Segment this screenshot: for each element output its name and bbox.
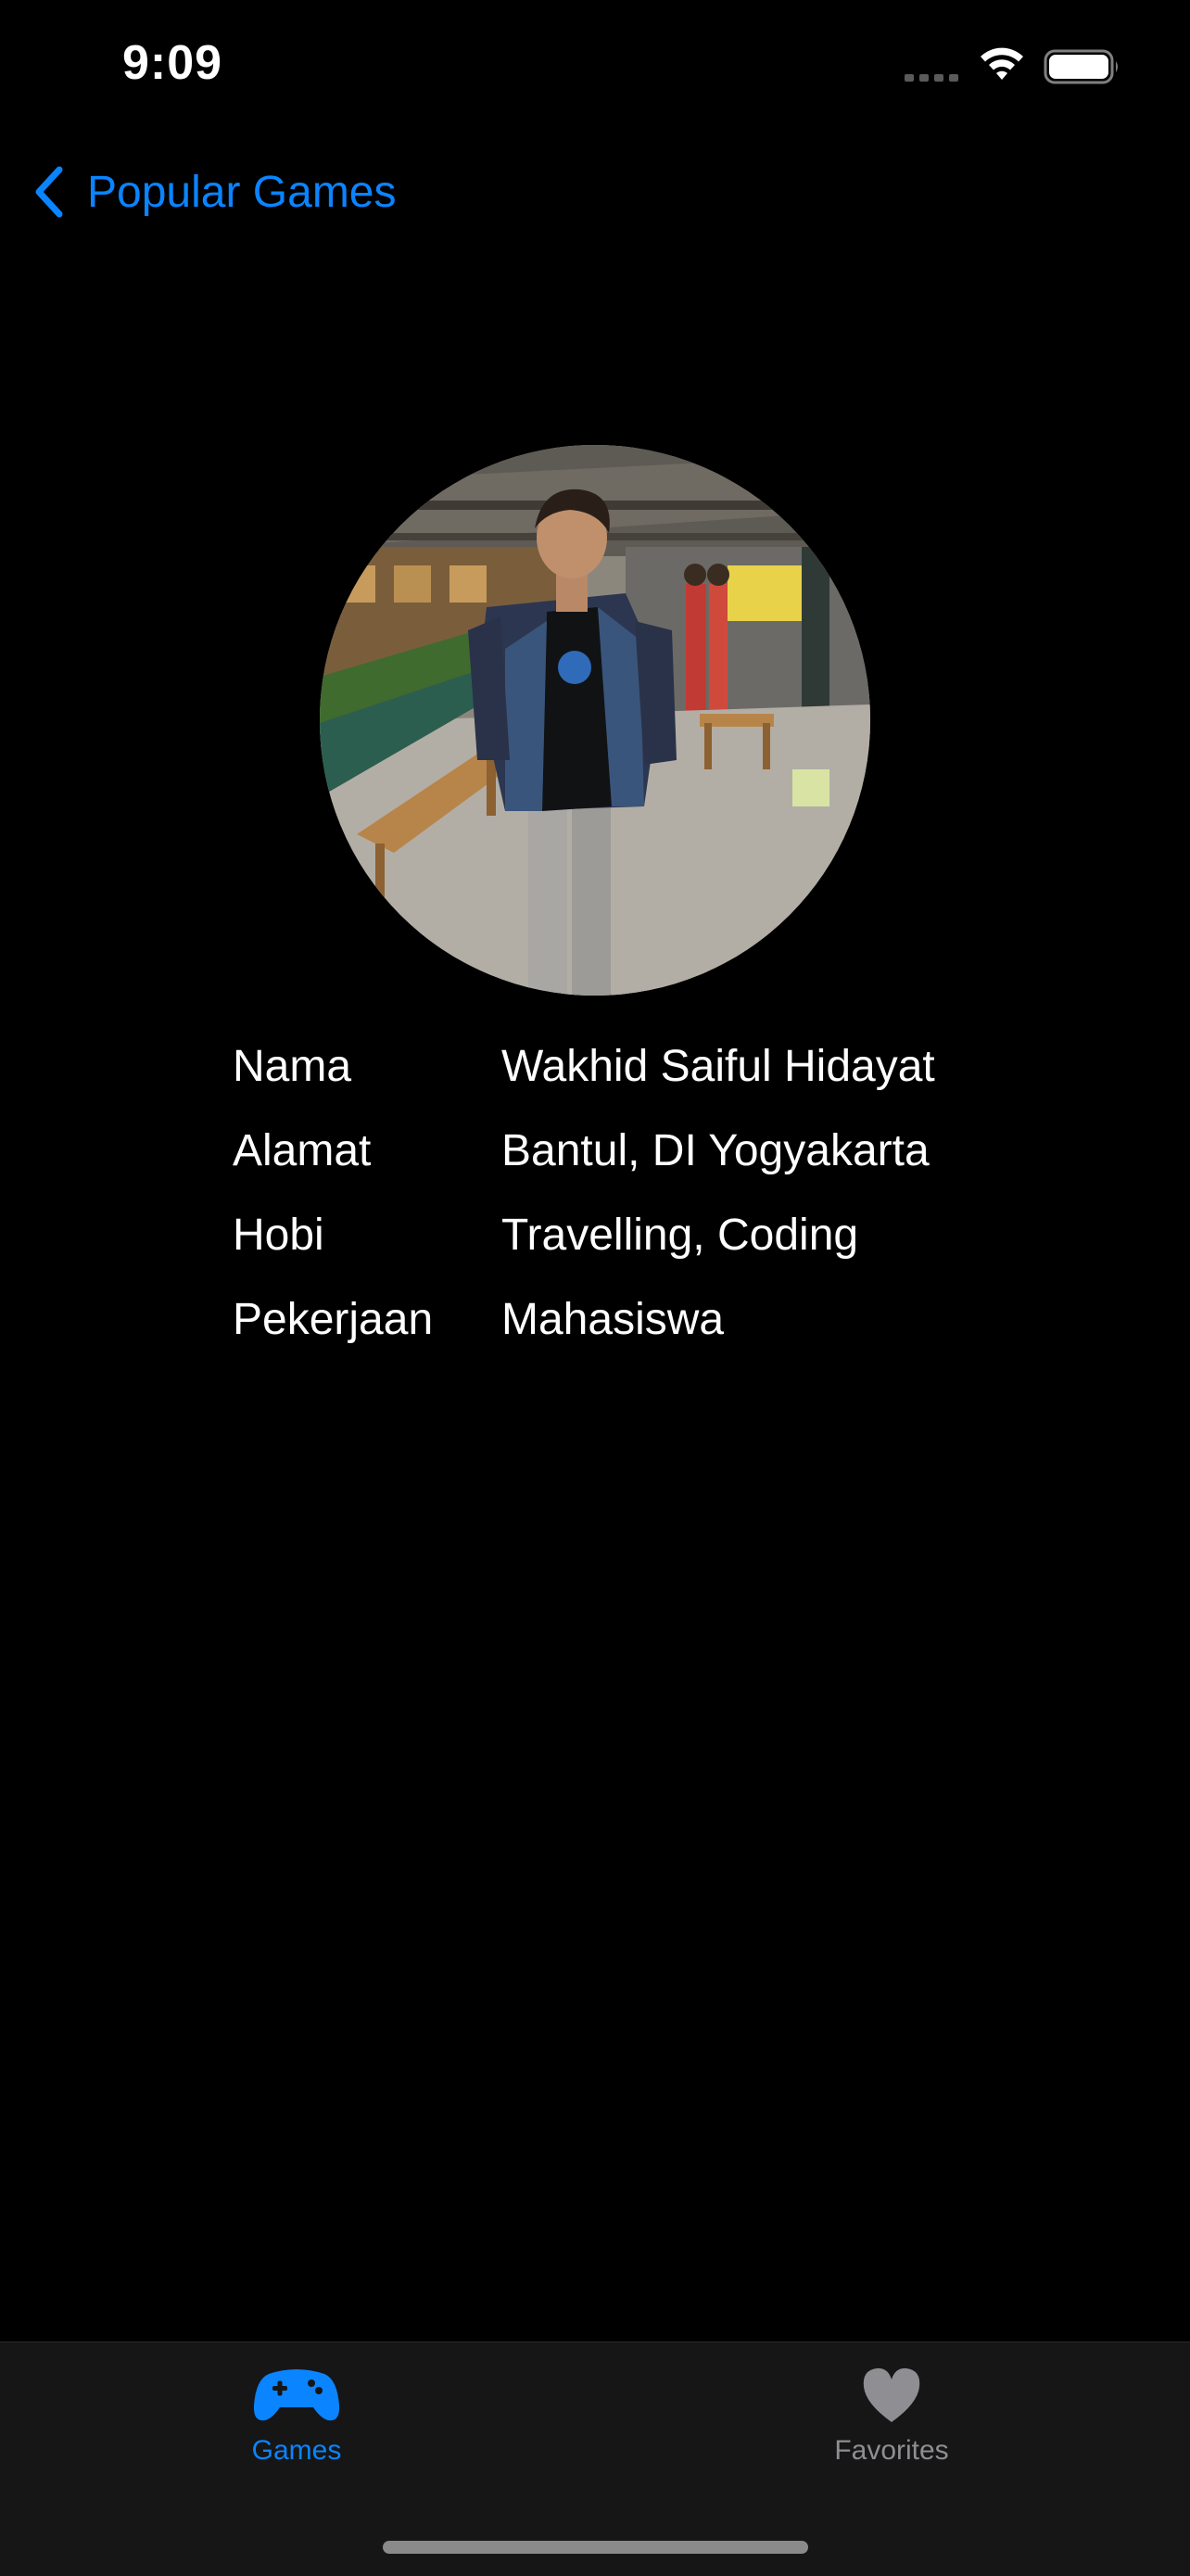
home-indicator[interactable] (383, 2541, 808, 2554)
profile-row-alamat: Alamat Bantul, DI Yogyakarta (233, 1116, 1067, 1200)
profile-key-label: Hobi (233, 1211, 324, 1260)
cellular-signal-icon (905, 74, 958, 82)
status-bar: 9:09 (0, 0, 1190, 130)
gamecontroller-icon (253, 2369, 340, 2421)
profile-avatar (320, 445, 870, 996)
profile-info-table: Nama Wakhid Saiful Hidayat Alamat Bantul… (233, 1032, 1067, 1369)
tab-games-label: Games (251, 2435, 342, 2466)
profile-row-nama: Nama Wakhid Saiful Hidayat (233, 1032, 1067, 1116)
navigation-bar: Popular Games (0, 148, 1190, 232)
profile-value-text: Wakhid Saiful Hidayat (501, 1042, 935, 1091)
status-time: 9:09 (122, 36, 223, 90)
profile-row-pekerjaan: Pekerjaan Mahasiswa (233, 1285, 1067, 1369)
tab-games[interactable]: Games (158, 2361, 436, 2500)
heart-icon (863, 2367, 920, 2422)
profile-key-label: Pekerjaan (233, 1295, 434, 1344)
tab-favorites[interactable]: Favorites (753, 2361, 1031, 2500)
profile-value-text: Bantul, DI Yogyakarta (501, 1126, 930, 1175)
profile-value-text: Travelling, Coding (501, 1211, 859, 1260)
wifi-icon (981, 47, 1023, 80)
back-button-label: Popular Games (87, 167, 397, 217)
back-button[interactable]: Popular Games (32, 159, 397, 224)
battery-icon (1044, 49, 1118, 84)
profile-value-text: Mahasiswa (501, 1295, 725, 1344)
tab-favorites-label: Favorites (834, 2435, 949, 2466)
profile-photo (320, 445, 870, 996)
tab-bar: Games Favorites (0, 2341, 1190, 2576)
chevron-left-icon (35, 166, 63, 218)
profile-row-hobi: Hobi Travelling, Coding (233, 1200, 1067, 1285)
profile-key-label: Alamat (233, 1126, 372, 1175)
profile-key-label: Nama (233, 1042, 352, 1091)
